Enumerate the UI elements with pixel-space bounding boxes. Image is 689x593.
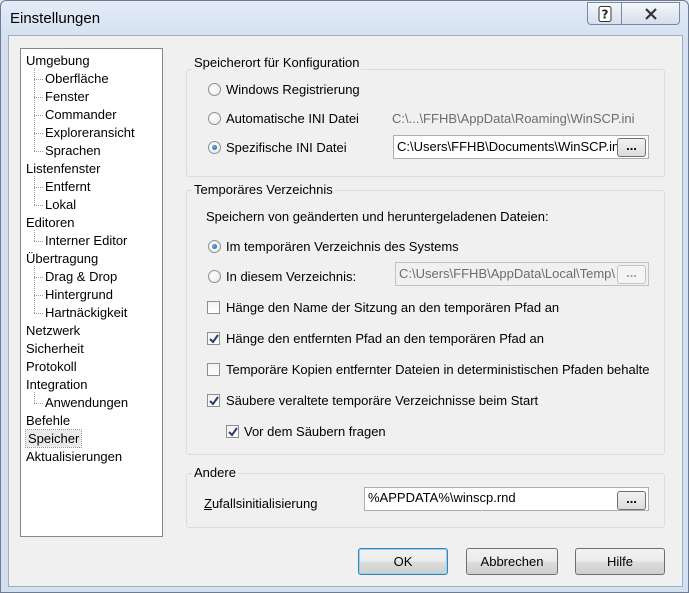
caption-buttons: ? <box>587 2 680 25</box>
help-button[interactable]: Hilfe <box>575 548 665 575</box>
append-remote-label[interactable]: Hänge den entfernten Pfad an den temporä… <box>226 331 544 346</box>
tree-item[interactable]: Aktualisierungen <box>26 448 122 465</box>
config-location-title: Speicherort für Konfiguration <box>192 55 362 70</box>
system-temp-label[interactable]: Im temporären Verzeichnis des Systems <box>226 239 459 254</box>
tree-item[interactable]: Netzwerk <box>26 322 80 339</box>
registry-radio[interactable] <box>208 83 221 96</box>
cleanup-checkbox[interactable] <box>207 394 220 407</box>
other-title: Andere <box>192 465 238 480</box>
window-title: Einstellungen <box>10 10 101 27</box>
tree-item[interactable]: Anwendungen <box>45 394 128 411</box>
tree-connector <box>34 205 43 206</box>
tree-item[interactable]: Fenster <box>45 88 89 105</box>
settings-tree[interactable]: Umgebung Oberfläche Fenster Commander Explor… <box>20 48 163 537</box>
tree-item[interactable]: Integration <box>26 376 87 393</box>
tree-connector <box>34 295 43 296</box>
specific-ini-browse-button[interactable]: ... <box>617 138 646 157</box>
tree-connector <box>34 133 43 134</box>
tree-connector <box>34 151 43 152</box>
auto-ini-radio[interactable] <box>208 112 221 125</box>
tree-item[interactable]: Lokal <box>45 196 76 213</box>
tree-connector <box>34 97 43 98</box>
tree-item[interactable]: Befehle <box>26 412 70 429</box>
tree-item[interactable]: Protokoll <box>26 358 77 375</box>
temp-dir-group <box>186 190 665 455</box>
tree-connector <box>34 230 35 241</box>
custom-dir-radio[interactable] <box>208 270 221 283</box>
question-icon: ? <box>598 5 611 22</box>
check-icon <box>209 396 219 406</box>
auto-ini-label[interactable]: Automatische INI Datei <box>226 111 359 126</box>
cancel-button[interactable]: Abbrechen <box>466 548 558 575</box>
append-remote-checkbox[interactable] <box>207 332 220 345</box>
tree-connector <box>34 266 35 313</box>
specific-ini-radio[interactable] <box>208 141 221 154</box>
random-seed-label-text: ufallsinitialisierung <box>211 496 318 511</box>
check-icon <box>209 334 219 344</box>
close-icon <box>644 7 657 20</box>
svg-text:?: ? <box>601 7 608 21</box>
tree-connector <box>34 277 43 278</box>
tree-item[interactable]: Exploreransicht <box>45 124 135 141</box>
random-seed-input[interactable]: %APPDATA%\winscp.rnd <box>364 487 649 511</box>
tree-item[interactable]: Sicherheit <box>26 340 84 357</box>
temp-dir-description: Speichern von geänderten und heruntergel… <box>206 209 549 224</box>
temp-dir-title: Temporäres Verzeichnis <box>192 182 335 197</box>
custom-dir-label[interactable]: In diesem Verzeichnis: <box>226 269 356 284</box>
custom-dir-browse-button[interactable]: ... <box>617 265 646 284</box>
ok-button[interactable]: OK <box>358 548 448 575</box>
tree-item[interactable]: Sprachen <box>45 142 101 159</box>
check-icon <box>228 427 238 437</box>
tree-connector <box>34 115 43 116</box>
tree-connector <box>34 392 35 403</box>
specific-ini-label[interactable]: Spezifische INI Datei <box>226 140 347 155</box>
append-session-label[interactable]: Hänge den Name der Sitzung an den tempor… <box>226 300 559 315</box>
close-caption-button[interactable] <box>622 2 680 25</box>
help-caption-button[interactable]: ? <box>587 2 622 25</box>
tree-item[interactable]: Hintergrund <box>45 286 113 303</box>
cleanup-label[interactable]: Säubere veraltete temporäre Verzeichniss… <box>226 393 538 408</box>
tree-item[interactable]: Entfernt <box>45 178 91 195</box>
tree-item[interactable]: Editoren <box>26 214 74 231</box>
custom-dir-input[interactable]: C:\Users\FFHB\AppData\Local\Temp\ <box>395 262 649 286</box>
tree-connector <box>34 403 43 404</box>
tree-connector <box>34 241 43 242</box>
deterministic-checkbox[interactable] <box>207 363 220 376</box>
tree-item[interactable]: Speicher <box>24 429 83 448</box>
random-seed-browse-button[interactable]: ... <box>617 491 646 510</box>
system-temp-radio[interactable] <box>208 240 221 253</box>
tree-item[interactable]: Übertragung <box>26 250 98 267</box>
tree-item[interactable]: Listenfenster <box>26 160 100 177</box>
tree-item[interactable]: Drag & Drop <box>45 268 117 285</box>
tree-item[interactable]: Oberfläche <box>45 70 109 87</box>
tree-item[interactable]: Hartnäckigkeit <box>45 304 127 321</box>
ask-before-cleanup-label[interactable]: Vor dem Säubern fragen <box>244 424 386 439</box>
specific-ini-input[interactable]: C:\Users\FFHB\Documents\WinSCP.ini <box>393 135 649 159</box>
title-bar: Einstellungen ? <box>1 1 688 35</box>
ask-before-cleanup-checkbox[interactable] <box>226 425 239 438</box>
append-session-checkbox[interactable] <box>207 301 220 314</box>
tree-item[interactable]: Interner Editor <box>45 232 127 249</box>
auto-ini-path: C:\...\FFHB\AppData\Roaming\WinSCP.ini <box>392 111 635 126</box>
settings-window: Einstellungen ? Umgebung Oberfläche Fenste… <box>0 0 689 593</box>
tree-connector <box>34 79 43 80</box>
tree-connector <box>34 313 43 314</box>
tree-connector <box>34 187 43 188</box>
registry-label[interactable]: Windows Registrierung <box>226 82 360 97</box>
tree-item[interactable]: Umgebung <box>26 52 90 69</box>
tree-connector <box>34 176 35 205</box>
tree-item[interactable]: Commander <box>45 106 117 123</box>
deterministic-label[interactable]: Temporäre Kopien entfernter Dateien in d… <box>226 362 650 377</box>
random-seed-label: Zufallsinitialisierung <box>204 496 318 511</box>
dialog-client: Umgebung Oberfläche Fenster Commander Explor… <box>8 35 683 587</box>
tree-connector <box>34 68 35 151</box>
